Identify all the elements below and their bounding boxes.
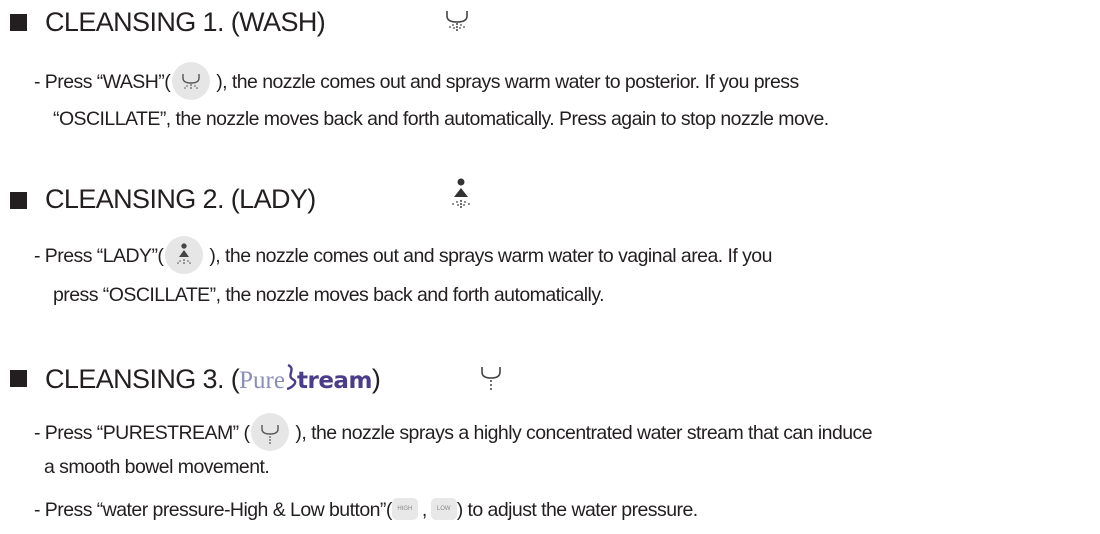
purestream-icon <box>481 367 501 390</box>
section-3-heading: CLEANSING 3. (Pure tream) <box>45 364 381 394</box>
section-1-line-1: - Press “WASH”( ), the nozzle comes out … <box>34 62 799 102</box>
logo-swoosh <box>286 364 297 390</box>
low-pressure-button-icon: LOW <box>430 498 457 520</box>
section-3-line-1: - Press “PURESTREAM” ( ), the nozzle spr… <box>34 413 873 453</box>
pressure-separator: , <box>421 499 427 522</box>
purestream-button-icon <box>251 413 290 451</box>
section-3-bullet <box>10 370 27 387</box>
lady-icon <box>452 178 470 208</box>
section-3-line-2: a smooth bowel movement. <box>44 456 270 478</box>
wash-button-icon <box>172 62 211 100</box>
section-2-bullet <box>10 192 27 209</box>
section-1-line-2: “OSCILLATE”, the nozzle moves back and f… <box>53 108 829 130</box>
section-3-line-3: - Press “water pressure-High & Low butto… <box>34 498 698 522</box>
section-1-bullet <box>10 14 27 31</box>
purestream-logo: Pure tream <box>239 364 372 393</box>
section-2-line-2: press “OSCILLATE”, the nozzle moves back… <box>53 284 605 306</box>
high-pressure-button-icon: HIGH <box>391 498 418 520</box>
section-1-heading: CLEANSING 1. (WASH) <box>45 7 326 37</box>
section-2-heading: CLEANSING 2. (LADY) <box>45 184 316 214</box>
wash-icon <box>446 11 468 31</box>
section-2-line-1: - Press “LADY”( ), the nozzle comes out … <box>34 236 772 276</box>
lady-button-icon <box>165 236 204 274</box>
